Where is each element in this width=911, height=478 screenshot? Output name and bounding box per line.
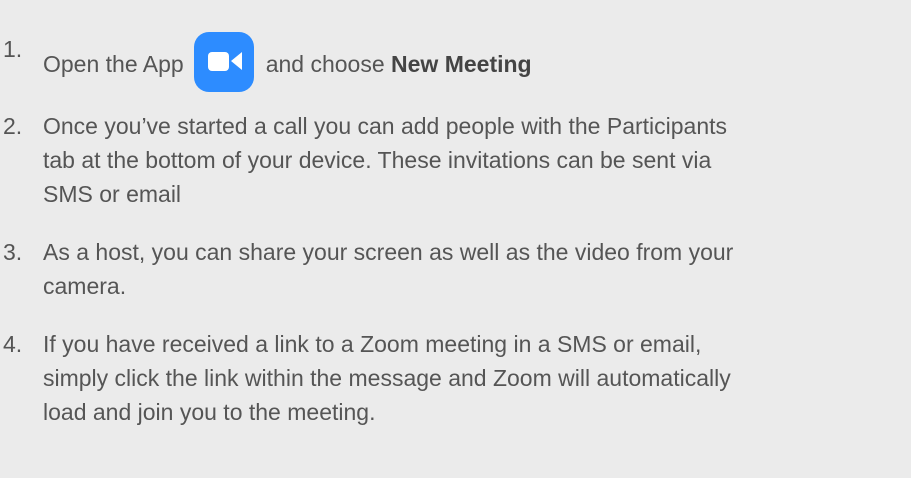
step-4: 4. If you have received a link to a Zoom… <box>0 327 880 429</box>
instructions-list: 1. Open the App and choose New Meeting 2.… <box>0 0 911 478</box>
camera-body-shape <box>207 52 229 71</box>
step-line: load and join you to the meeting. <box>43 399 376 425</box>
camera-lens-shape <box>230 52 242 70</box>
step-line: SMS or email <box>43 181 182 207</box>
step-number: 2. <box>3 113 23 139</box>
step-3: 3. As a host, you can share your screen … <box>0 235 880 303</box>
step-line: Once you’ve started a call you can add p… <box>43 113 728 139</box>
step-number: 4. <box>3 331 23 357</box>
step-number: 3. <box>3 239 23 265</box>
step-line: As a host, you can share your screen as … <box>43 239 734 265</box>
step-2: 2. Once you’ve started a call you can ad… <box>0 109 880 211</box>
step-line: tab at the bottom of your device. These … <box>43 147 712 173</box>
step-line: simply click the link within the message… <box>43 365 731 391</box>
new-meeting-label: New Meeting <box>391 51 532 77</box>
step-1: 1. Open the App and choose New Meeting <box>0 32 880 92</box>
zoom-camera-icon <box>193 32 254 92</box>
step-line: camera. <box>43 273 127 299</box>
step-text: Open the App <box>43 51 184 77</box>
step-number: 1. <box>3 36 23 62</box>
step-line: If you have received a link to a Zoom me… <box>43 331 702 357</box>
step-text-middle: and choose <box>265 51 385 77</box>
